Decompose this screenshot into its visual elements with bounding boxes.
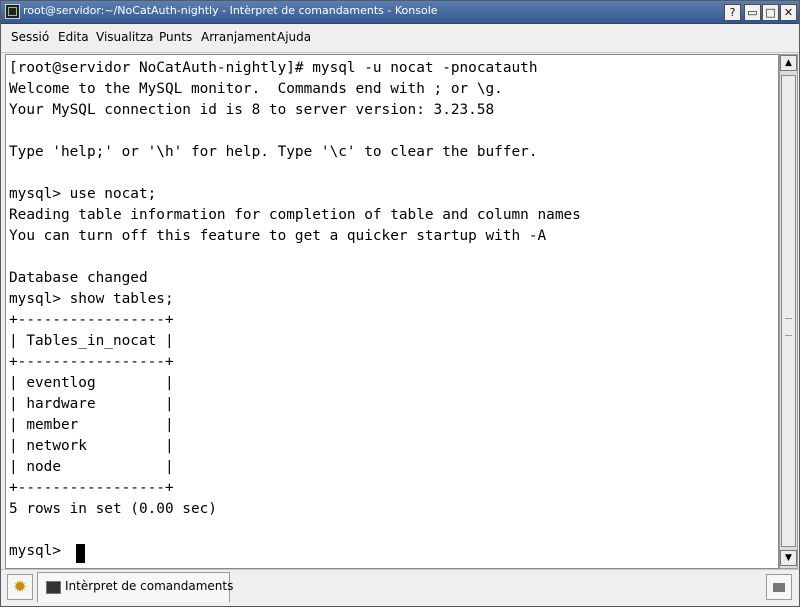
terminal-line: | hardware | [9, 396, 174, 412]
menu-bar: Sessió Edita Visualitza Punts Arranjamen… [1, 24, 799, 53]
terminal-icon [46, 581, 61, 594]
menu-session[interactable]: Sessió [11, 30, 49, 44]
terminal-line: | eventlog | [9, 375, 174, 391]
konsole-window: root@servidor:~/NoCatAuth-nightly - Intè… [0, 0, 800, 607]
terminal-line: Your MySQL connection id is 8 to server … [9, 102, 495, 118]
close-button[interactable]: ✕ [780, 4, 797, 21]
help-button[interactable]: ? [724, 4, 741, 21]
close-session-button[interactable] [766, 574, 792, 600]
new-session-button[interactable]: ✹ [7, 574, 33, 600]
maximize-button[interactable]: □ [762, 4, 779, 21]
terminal-line: mysql> use nocat; [9, 186, 157, 202]
terminal-line: You can turn off this feature to get a q… [9, 228, 547, 244]
window-title: root@servidor:~/NoCatAuth-nightly - Intè… [23, 4, 438, 17]
title-bar[interactable]: root@servidor:~/NoCatAuth-nightly - Intè… [1, 1, 799, 24]
terminal-line: Database changed [9, 270, 148, 286]
terminal-line: +-----------------+ [9, 480, 174, 496]
terminal-line: Reading table information for completion… [9, 207, 581, 223]
new-session-icon: ✹ [13, 577, 27, 596]
tab-terminal-session[interactable]: Intèrpret de comandaments [37, 572, 234, 602]
terminal-line: | network | [9, 438, 174, 454]
menu-view[interactable]: Visualitza [96, 30, 154, 44]
scrollbar-thumb[interactable] [781, 75, 796, 547]
terminal-icon[interactable] [5, 4, 20, 19]
tab-label: Intèrpret de comandaments [65, 579, 234, 593]
terminal-line: | node | [9, 459, 174, 475]
session-tab-bar: ✹ Intèrpret de comandaments [1, 569, 799, 606]
terminal-line: +-----------------+ [9, 312, 174, 328]
terminal-prompt-line: mysql> [9, 543, 70, 559]
minimize-button[interactable]: ▭ [744, 4, 761, 21]
scroll-up-arrow-icon[interactable]: ▲ [780, 55, 797, 71]
terminal-line: 5 rows in set (0.00 sec) [9, 501, 217, 517]
grip-icon [785, 318, 792, 336]
terminal-line: | Tables_in_nocat | [9, 333, 174, 349]
terminal-line: | member | [9, 417, 174, 433]
terminal-cursor [76, 544, 85, 563]
terminal-line: Type 'help;' or '\h' for help. Type '\c'… [9, 144, 538, 160]
terminal-line: mysql> show tables; [9, 291, 174, 307]
scroll-down-arrow-icon[interactable]: ▼ [780, 550, 797, 566]
terminal-line: +-----------------+ [9, 354, 174, 370]
menu-edit[interactable]: Edita [58, 30, 89, 44]
menu-bookmarks[interactable]: Punts [159, 30, 192, 44]
terminal-line: Welcome to the MySQL monitor. Commands e… [9, 81, 503, 97]
terminal-line: [root@servidor NoCatAuth-nightly]# mysql… [9, 60, 538, 76]
menu-help[interactable]: Ajuda [277, 30, 311, 44]
menu-settings[interactable]: Arranjament [201, 30, 276, 44]
vertical-scrollbar[interactable]: ▲ ▼ [779, 54, 798, 569]
terminal-area[interactable]: [root@servidor NoCatAuth-nightly]# mysql… [5, 54, 779, 569]
